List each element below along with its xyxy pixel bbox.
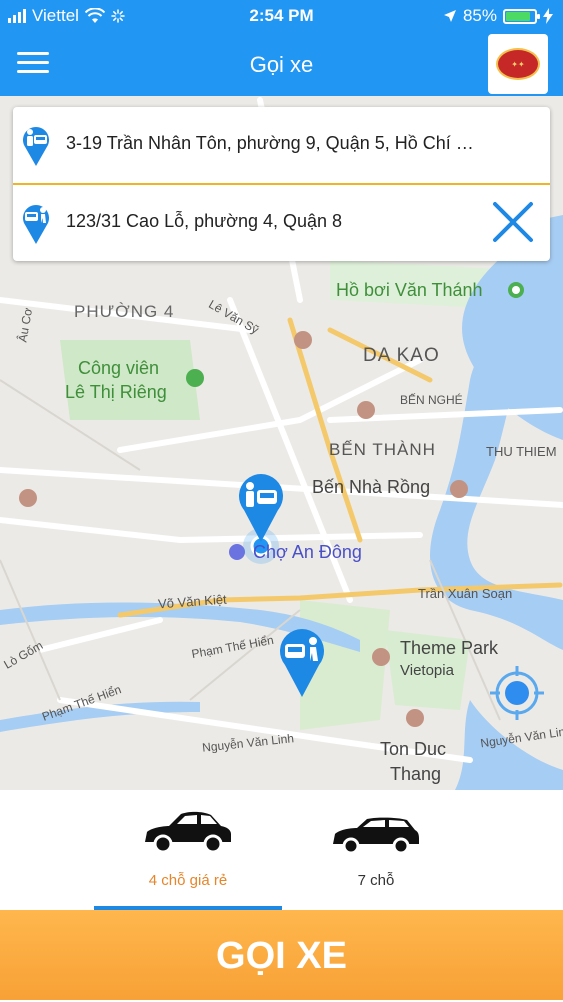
map-label: Vietopia [400, 662, 454, 679]
map-label: BẾN NGHÉ [400, 393, 463, 407]
location-arrow-icon [443, 10, 456, 22]
map-label: Bến Nhà Rồng [312, 477, 431, 497]
battery-level-fill [506, 11, 530, 21]
pickup-taxi-pin-icon[interactable] [236, 472, 286, 544]
vehicle-option-label: 4 chỗ giá rẻ [148, 872, 228, 889]
logo-emblem: ✦✦ [496, 48, 540, 80]
vehicle-selector: 4 chỗ giá rẻ 7 chỗ [0, 790, 563, 910]
status-bar: Viettel 2:54 PM 85% [0, 0, 563, 32]
destination-address-row[interactable]: 123/31 Cao Lỗ, phường 4, Quận 8 [13, 185, 550, 261]
destination-pedestrian-pin-icon[interactable] [277, 627, 327, 699]
battery-icon [503, 8, 540, 24]
map-label: Chợ An Đông [253, 542, 362, 562]
pedestrian-pin-icon [23, 205, 49, 244]
map-label: PHƯỜNG 4 [74, 302, 175, 321]
map-label: Hồ bơi Văn Thánh [336, 280, 483, 300]
vehicle-option-4-seat[interactable]: 4 chỗ giá rẻ [94, 790, 282, 910]
map-label: Theme Park [400, 638, 499, 658]
map-label: Trần Xuân Soạn [418, 586, 513, 601]
charging-bolt-icon [543, 8, 553, 24]
address-panel: 3-19 Trần Nhân Tôn, phường 9, Quận 5, Hồ… [13, 107, 550, 261]
map-label: DA KAO [363, 345, 440, 366]
my-location-icon[interactable] [488, 664, 546, 722]
pickup-address-field[interactable]: 3-19 Trần Nhân Tôn, phường 9, Quận 5, Hồ… [66, 133, 486, 154]
map-label: BẾN THÀNH [329, 440, 436, 459]
company-logo[interactable]: ✦✦ [488, 34, 548, 94]
pickup-address-row[interactable]: 3-19 Trần Nhân Tôn, phường 9, Quận 5, Hồ… [13, 107, 550, 185]
map-label: Công viên [78, 358, 160, 378]
page-title: Gọi xe [249, 52, 314, 77]
map-label: THU THIEM [486, 444, 557, 459]
sedan-car-icon [145, 811, 231, 854]
map-label: Thang [390, 764, 442, 784]
battery-percent: 85% [462, 6, 497, 25]
app-header: Gọi xe ✦✦ [0, 32, 563, 96]
vehicle-option-7-seat[interactable]: 7 chỗ [282, 790, 470, 910]
suv-car-icon [333, 817, 419, 854]
destination-address-field[interactable]: 123/31 Cao Lỗ, phường 4, Quận 8 [66, 211, 486, 232]
map-label: Ton Duc [380, 739, 447, 759]
vehicle-option-label: 7 chỗ [357, 872, 395, 889]
map-label: Lê Thị Riêng [65, 382, 167, 402]
call-taxi-button[interactable]: GỌI XE [0, 910, 563, 1000]
close-icon[interactable] [490, 199, 536, 245]
taxi-pin-icon [23, 127, 49, 166]
